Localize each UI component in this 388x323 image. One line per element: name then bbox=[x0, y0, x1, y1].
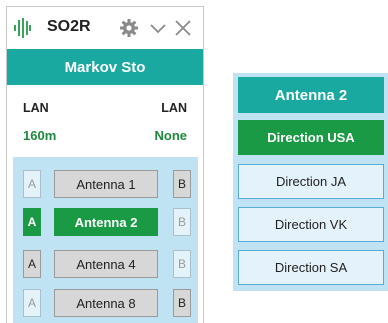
antenna-row: A Antenna 2 B bbox=[13, 207, 198, 237]
radio-a-button[interactable]: A bbox=[23, 208, 41, 236]
antenna-row: A Antenna 4 B bbox=[13, 249, 198, 279]
antenna-button[interactable]: Antenna 1 bbox=[54, 170, 158, 198]
radio-b-button[interactable]: B bbox=[173, 289, 191, 317]
station-name-bar: Markov Sto bbox=[7, 49, 203, 85]
antenna-button[interactable]: Antenna 8 bbox=[54, 289, 158, 317]
lan-left-band: 160m bbox=[23, 128, 57, 143]
lan-right-band: None bbox=[154, 128, 188, 143]
window-title: SO2R bbox=[47, 18, 91, 35]
title-bar: SO2R bbox=[7, 7, 203, 49]
radio-b-button[interactable]: B bbox=[173, 170, 191, 198]
close-icon[interactable] bbox=[173, 18, 193, 38]
lan-right-label: LAN bbox=[161, 101, 187, 115]
radio-a-button[interactable]: A bbox=[23, 170, 41, 198]
radio-a-button[interactable]: A bbox=[23, 289, 41, 317]
radio-b-button[interactable]: B bbox=[173, 250, 191, 278]
waveform-icon bbox=[14, 18, 31, 38]
direction-button[interactable]: Direction SA bbox=[238, 250, 384, 285]
antenna-button[interactable]: Antenna 2 bbox=[54, 208, 158, 236]
lan-left-label: LAN bbox=[23, 101, 49, 115]
chevron-down-icon[interactable] bbox=[148, 18, 168, 38]
popup-title: Antenna 2 bbox=[238, 77, 384, 113]
direction-popup: Antenna 2 Direction USA Direction JA Dir… bbox=[233, 73, 388, 291]
radio-b-button[interactable]: B bbox=[173, 208, 191, 236]
antenna-panel: A Antenna 1 B A Antenna 2 B A Antenna 4 … bbox=[13, 157, 198, 323]
so2r-window: SO2R Markov Sto LAN LAN 160m None A Ante… bbox=[6, 6, 204, 323]
antenna-row: A Antenna 8 B bbox=[13, 288, 198, 318]
antenna-button[interactable]: Antenna 4 bbox=[54, 250, 158, 278]
gear-icon[interactable] bbox=[119, 18, 139, 38]
antenna-row: A Antenna 1 B bbox=[13, 169, 198, 199]
direction-button[interactable]: Direction JA bbox=[238, 164, 384, 199]
radio-a-button[interactable]: A bbox=[23, 250, 41, 278]
direction-button[interactable]: Direction USA bbox=[238, 120, 384, 155]
direction-button[interactable]: Direction VK bbox=[238, 207, 384, 242]
